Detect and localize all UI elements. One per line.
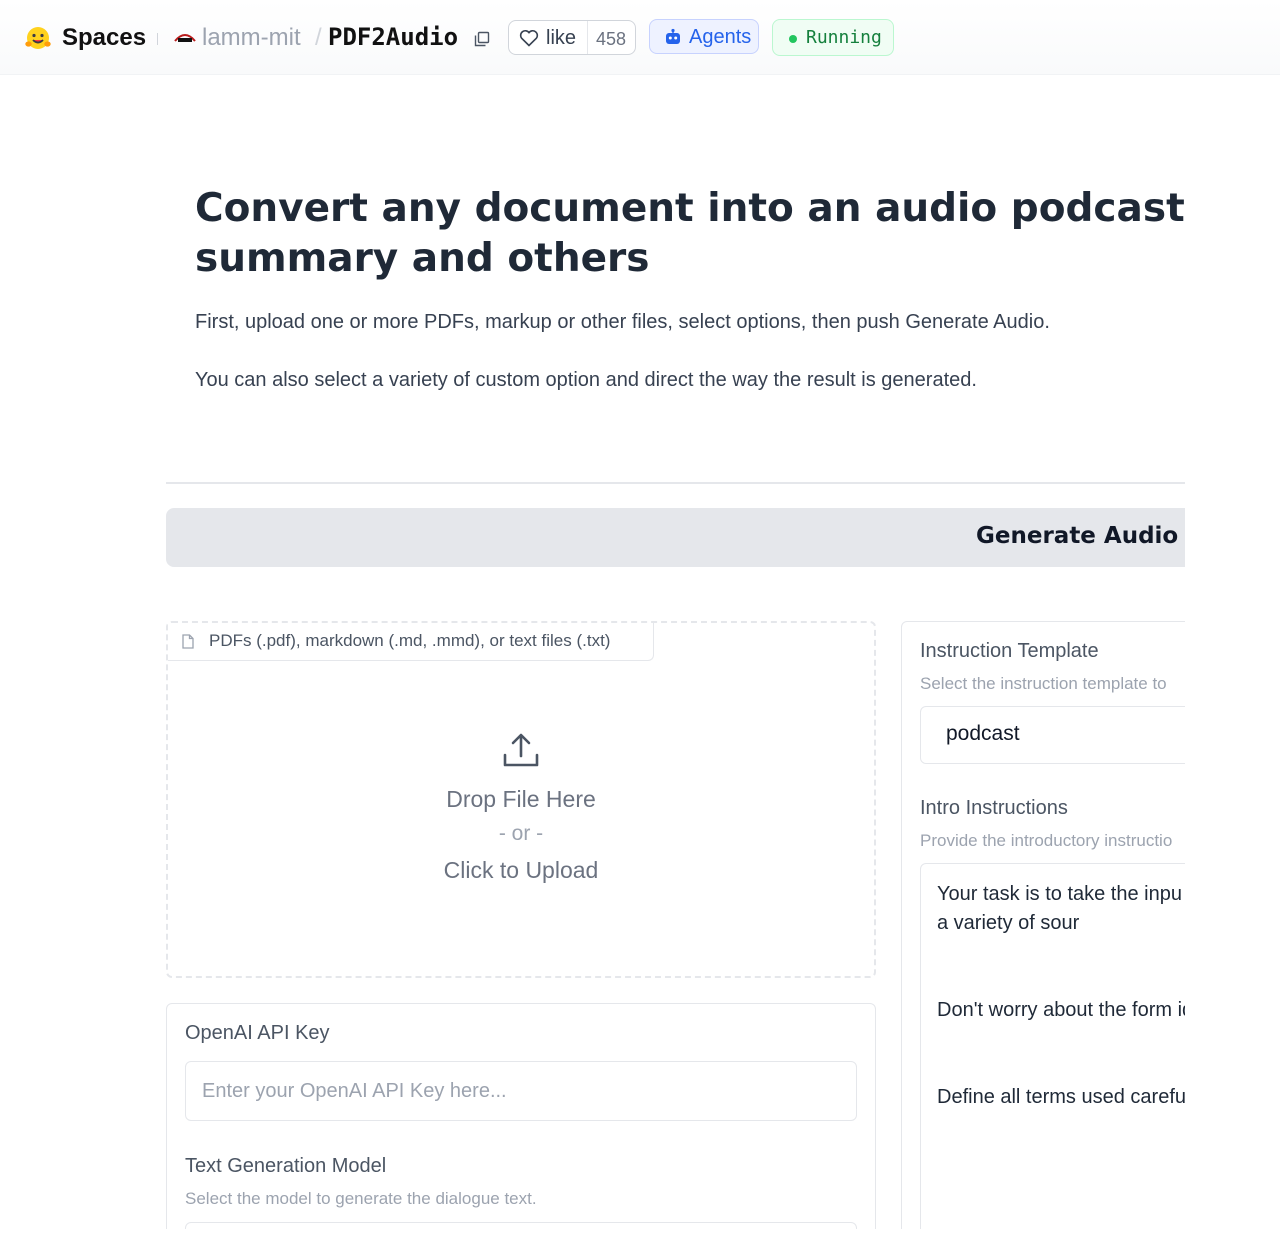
drop-file-text: Drop File Here <box>446 786 596 812</box>
upload-tab-label: PDFs (.pdf), markdown (.md, .mmd), or te… <box>209 631 611 650</box>
status-badge[interactable]: Running <box>772 19 894 56</box>
or-text: - or - <box>498 822 544 845</box>
upload-label-tab: PDFs (.pdf), markdown (.md, .mmd), or te… <box>168 623 654 661</box>
file-upload-dropzone[interactable]: PDFs (.pdf), markdown (.md, .mmd), or te… <box>166 621 876 978</box>
model-label: Text Generation Model <box>185 1155 387 1177</box>
instruction-template-label: Instruction Template <box>920 640 1099 662</box>
section-divider <box>166 482 1185 484</box>
like-button[interactable]: like <box>509 21 588 54</box>
spaces-link[interactable]: Spaces <box>62 24 146 52</box>
hugging-face-logo[interactable] <box>24 24 52 52</box>
intro-instructions-info: Provide the introductory instructio <box>920 831 1173 850</box>
page-title: Convert any document into an audio podca… <box>195 186 1185 281</box>
app-viewport: Convert any document into an audio podca… <box>0 74 1185 1229</box>
agents-label: Agents <box>689 26 752 48</box>
model-dropdown[interactable] <box>185 1222 857 1229</box>
intro-paragraph-1: Your task is to take the inpu in the sty… <box>937 883 1185 934</box>
like-label: like <box>546 27 577 49</box>
upload-icon <box>503 733 539 767</box>
instruction-template-value: podcast <box>946 722 1020 745</box>
header-divider <box>157 33 158 45</box>
org-logo-icon <box>174 34 196 42</box>
robot-icon <box>666 28 680 44</box>
click-to-upload-text: Click to Upload <box>443 857 599 883</box>
org-link[interactable]: lamm-mit <box>202 24 301 52</box>
generate-audio-button[interactable]: Generate Audio <box>166 508 1185 567</box>
file-icon <box>182 634 194 649</box>
api-key-input[interactable] <box>185 1061 857 1121</box>
settings-panel: OpenAI API Key Text Generation Model Sel… <box>166 1003 876 1229</box>
status-label: Running <box>806 27 882 48</box>
instructions-panel: Instruction Template Select the instruct… <box>901 621 1185 1229</box>
generate-audio-label: Generate Audio <box>976 523 1179 549</box>
status-dot-icon <box>789 35 797 43</box>
intro-paragraph-2: Don't worry about the form identify defi… <box>937 999 1185 1021</box>
instruction-template-dropdown[interactable]: podcast <box>920 706 1185 764</box>
api-key-label: OpenAI API Key <box>185 1022 330 1044</box>
like-button-group: like 458 <box>508 20 636 55</box>
like-count[interactable]: 458 <box>596 29 626 50</box>
intro-text-2: You can also select a variety of custom … <box>195 369 977 391</box>
intro-instructions-label: Intro Instructions <box>920 797 1068 819</box>
model-info: Select the model to generate the dialogu… <box>185 1189 537 1208</box>
intro-paragraph-3: Define all terms used carefu <box>937 1086 1185 1108</box>
heart-icon <box>519 29 539 47</box>
agents-button[interactable]: Agents <box>649 19 759 54</box>
space-header: Spaces lamm-mit / PDF2Audio like 458 Age… <box>0 0 1280 75</box>
path-separator: / <box>315 24 322 51</box>
intro-text-1: First, upload one or more PDFs, markup o… <box>195 311 1050 333</box>
instruction-template-info: Select the instruction template to <box>920 674 1167 693</box>
copy-icon[interactable] <box>474 31 490 47</box>
space-name-link[interactable]: PDF2Audio <box>328 23 458 51</box>
intro-instructions-textarea[interactable]: Your task is to take the inpu in the sty… <box>920 863 1185 1229</box>
